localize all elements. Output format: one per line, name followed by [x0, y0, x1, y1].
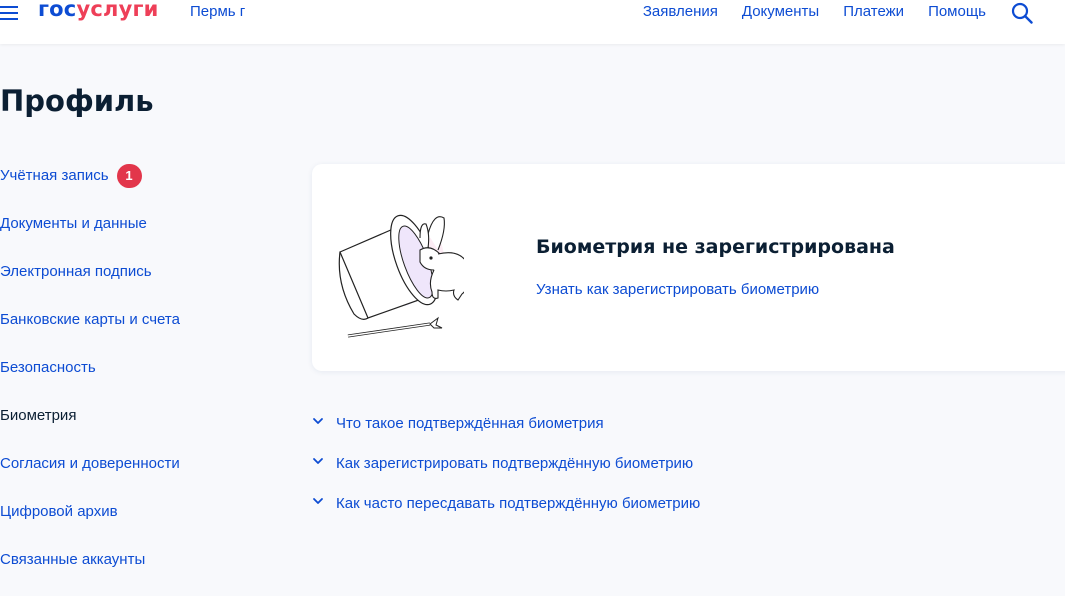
- top-header: госуслуги Пермь г Заявления Документы Пл…: [0, 0, 1065, 44]
- sidebar-item-label: Банковские карты и счета: [0, 311, 180, 328]
- sidebar-item-label: Связанные аккаунты: [0, 551, 146, 568]
- sidebar-item-biometry[interactable]: Биометрия: [0, 404, 260, 452]
- top-navigation: Заявления Документы Платежи Помощь: [643, 3, 986, 20]
- sidebar-item-bank-cards[interactable]: Банковские карты и счета: [0, 308, 260, 356]
- faq-item-label: Что такое подтверждённая биометрия: [336, 415, 604, 432]
- sidebar-item-security[interactable]: Безопасность: [0, 356, 260, 404]
- sidebar-item-label: Документы и данные: [0, 215, 147, 232]
- sidebar-item-label: Биометрия: [0, 407, 77, 424]
- nav-applications[interactable]: Заявления: [643, 3, 718, 20]
- faq-item-label: Как зарегистрировать подтверждённую биом…: [336, 455, 694, 472]
- sidebar-item-label: Электронная подпись: [0, 263, 152, 280]
- city-selector[interactable]: Пермь г: [190, 3, 245, 20]
- gosuslugi-logo[interactable]: госуслуги: [38, 0, 159, 21]
- faq-item-label: Как часто пересдавать подтверждённую био…: [336, 495, 701, 512]
- profile-sidebar: Учётная запись 1 Документы и данные Элек…: [0, 164, 260, 596]
- how-to-register-biometry-link[interactable]: Узнать как зарегистрировать биометрию: [536, 281, 819, 298]
- menu-burger-icon[interactable]: [0, 6, 18, 20]
- chevron-down-icon: [313, 418, 323, 424]
- logo-part-gos: гос: [38, 0, 77, 21]
- nav-help[interactable]: Помощь: [928, 3, 986, 20]
- sidebar-item-label: Учётная запись: [0, 167, 109, 184]
- faq-item-what-is[interactable]: Что такое подтверждённая биометрия: [312, 412, 700, 452]
- sidebar-item-label: Цифровой архив: [0, 503, 118, 520]
- sidebar-item-label: Согласия и доверенности: [0, 455, 180, 472]
- nav-documents[interactable]: Документы: [742, 3, 819, 20]
- sidebar-item-documents[interactable]: Документы и данные: [0, 212, 260, 260]
- faq-item-how-to-register[interactable]: Как зарегистрировать подтверждённую биом…: [312, 452, 700, 492]
- logo-part-uslugi: услуги: [76, 0, 159, 21]
- sidebar-item-account[interactable]: Учётная запись 1: [0, 164, 260, 212]
- sidebar-item-linked-accounts[interactable]: Связанные аккаунты: [0, 548, 260, 596]
- nav-payments[interactable]: Платежи: [843, 3, 904, 20]
- faq-item-how-often[interactable]: Как часто пересдавать подтверждённую био…: [312, 492, 700, 532]
- search-icon[interactable]: [1011, 2, 1033, 24]
- biometry-status-card: Биометрия не зарегистрирована Узнать как…: [312, 164, 1065, 371]
- notification-badge: 1: [116, 164, 142, 188]
- sidebar-item-label: Безопасность: [0, 359, 96, 376]
- sidebar-item-consents[interactable]: Согласия и доверенности: [0, 452, 260, 500]
- biometry-status-title: Биометрия не зарегистрирована: [536, 236, 895, 258]
- page-title: Профиль: [0, 84, 154, 118]
- sidebar-item-e-signature[interactable]: Электронная подпись: [0, 260, 260, 308]
- biometry-faq-accordion: Что такое подтверждённая биометрия Как з…: [312, 412, 700, 532]
- chevron-down-icon: [313, 498, 323, 504]
- magic-hat-rabbit-illustration: [338, 214, 464, 338]
- chevron-down-icon: [313, 458, 323, 464]
- sidebar-item-digital-archive[interactable]: Цифровой архив: [0, 500, 260, 548]
